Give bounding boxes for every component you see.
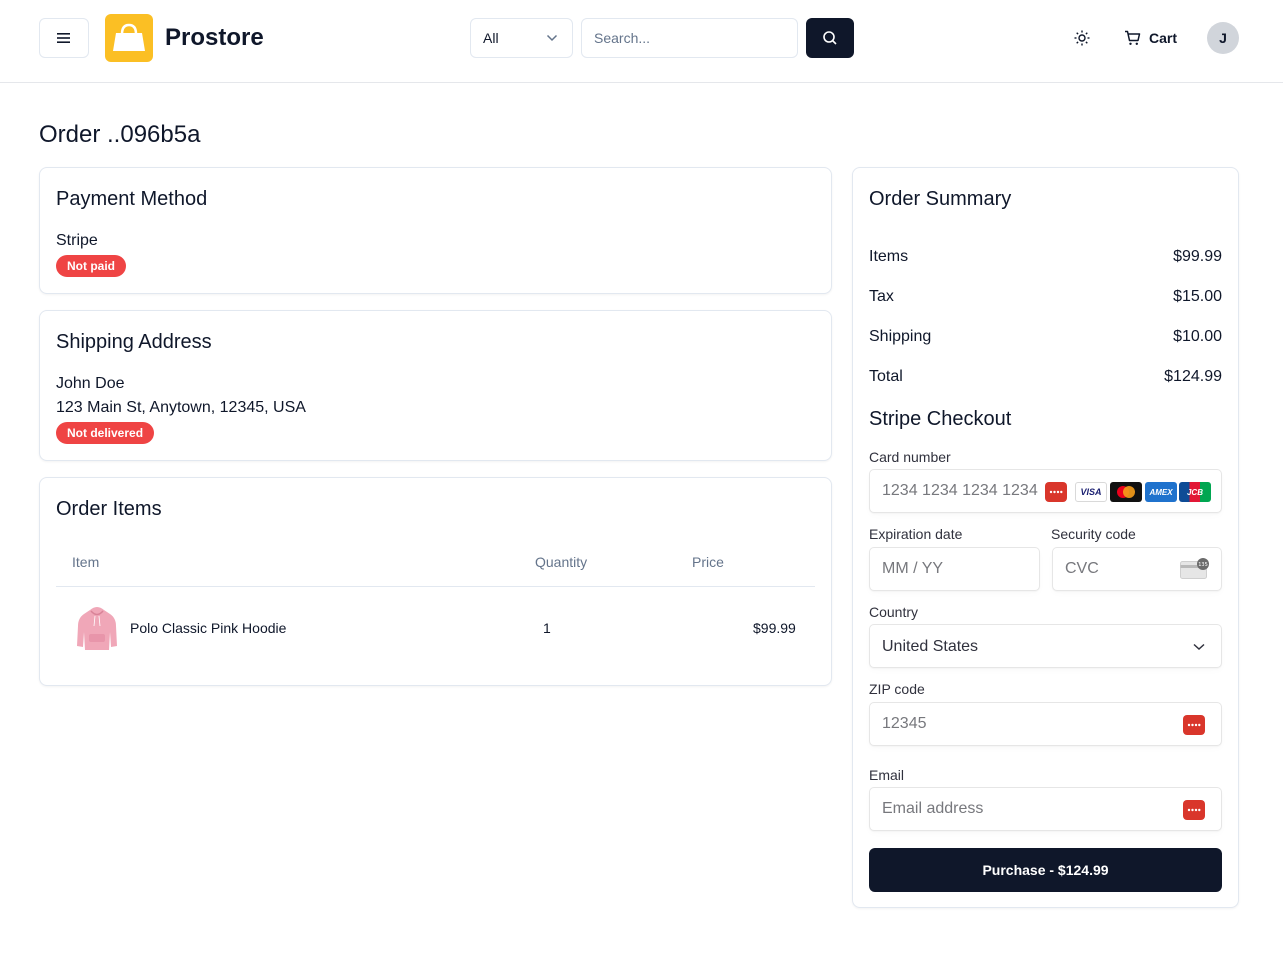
column-header-quantity: Quantity bbox=[535, 554, 588, 570]
column-header-price: Price bbox=[692, 554, 724, 570]
hamburger-icon bbox=[57, 33, 70, 43]
card-number-input[interactable] bbox=[882, 470, 1047, 512]
expiry-field[interactable] bbox=[869, 547, 1040, 591]
email-label: Email bbox=[869, 767, 905, 783]
summary-label: Items bbox=[869, 248, 909, 265]
summary-row-shipping: Shipping $10.00 bbox=[869, 326, 1222, 348]
mastercard-logo-icon bbox=[1110, 482, 1142, 502]
svg-text:135: 135 bbox=[1198, 562, 1208, 568]
visa-logo-icon: VISA bbox=[1075, 482, 1107, 502]
payment-method-card: Payment Method Stripe Not paid bbox=[39, 167, 832, 294]
autofill-link-icon bbox=[1183, 800, 1205, 820]
menu-button[interactable] bbox=[39, 18, 89, 58]
delivery-status-badge: Not delivered bbox=[56, 422, 155, 444]
zip-label: ZIP code bbox=[869, 681, 925, 697]
shipping-address-title: Shipping Address bbox=[56, 331, 212, 353]
cart-link[interactable]: Cart bbox=[1124, 24, 1177, 52]
cart-label: Cart bbox=[1149, 30, 1178, 46]
summary-value: $15.00 bbox=[1173, 288, 1222, 305]
category-select-value: All bbox=[483, 30, 499, 46]
user-avatar[interactable]: J bbox=[1207, 22, 1239, 54]
country-select[interactable]: United States bbox=[869, 624, 1222, 668]
chevron-down-icon bbox=[1193, 643, 1205, 651]
product-name: Polo Classic Pink Hoodie bbox=[130, 620, 287, 636]
payment-method-title: Payment Method bbox=[56, 188, 208, 210]
summary-row-tax: Tax $15.00 bbox=[869, 286, 1222, 308]
country-select-value: United States bbox=[882, 638, 979, 655]
shipping-address-card: Shipping Address John Doe 123 Main St, A… bbox=[39, 310, 832, 461]
logo[interactable] bbox=[105, 14, 153, 62]
order-summary-card: Order Summary Items $99.99 Tax $15.00 Sh… bbox=[852, 167, 1239, 908]
summary-value: $10.00 bbox=[1173, 328, 1222, 345]
category-select[interactable]: All bbox=[470, 18, 573, 58]
email-input[interactable] bbox=[882, 788, 1128, 830]
theme-toggle-button[interactable] bbox=[1068, 24, 1096, 52]
summary-label: Shipping bbox=[869, 328, 932, 345]
summary-label: Total bbox=[869, 368, 903, 385]
cvc-field[interactable]: 135 bbox=[1052, 547, 1222, 591]
product-price: $99.99 bbox=[753, 620, 796, 636]
email-field[interactable] bbox=[869, 787, 1222, 831]
cvc-label: Security code bbox=[1051, 526, 1136, 542]
card-number-label: Card number bbox=[869, 449, 951, 465]
cvc-card-icon: 135 bbox=[1180, 558, 1209, 579]
purchase-button[interactable]: Purchase - $124.99 bbox=[869, 848, 1222, 892]
jcb-logo-icon: JCB bbox=[1179, 482, 1211, 502]
summary-row-items: Items $99.99 bbox=[869, 246, 1222, 268]
autofill-link-icon bbox=[1183, 715, 1205, 735]
order-items-title: Order Items bbox=[56, 498, 162, 520]
chevron-down-icon bbox=[546, 34, 558, 42]
zip-input[interactable] bbox=[882, 703, 1128, 745]
expiry-label: Expiration date bbox=[869, 526, 963, 542]
payment-method-value: Stripe bbox=[56, 232, 98, 249]
autofill-link-icon bbox=[1045, 482, 1067, 502]
summary-value: $124.99 bbox=[1164, 368, 1222, 385]
amex-logo-icon: AMEX bbox=[1145, 482, 1177, 502]
payment-status-badge: Not paid bbox=[56, 255, 126, 277]
order-items-card: Order Items Item Quantity Price Polo Cla… bbox=[39, 477, 832, 686]
page-title: Order ..096b5a bbox=[39, 121, 201, 148]
zip-field[interactable] bbox=[869, 702, 1222, 746]
summary-row-total: Total $124.99 bbox=[869, 366, 1222, 388]
stripe-checkout-title: Stripe Checkout bbox=[869, 408, 1012, 430]
search-button[interactable] bbox=[806, 18, 854, 58]
table-row: Polo Classic Pink Hoodie 1 $99.99 bbox=[56, 587, 815, 669]
hoodie-image bbox=[77, 607, 117, 650]
sun-icon bbox=[1074, 30, 1090, 46]
expiry-input[interactable] bbox=[882, 548, 1001, 590]
order-summary-title: Order Summary bbox=[869, 188, 1012, 210]
search-input[interactable] bbox=[581, 18, 798, 58]
cart-icon bbox=[1125, 30, 1141, 45]
product-quantity: 1 bbox=[543, 620, 551, 636]
country-label: Country bbox=[869, 604, 919, 620]
summary-label: Tax bbox=[869, 288, 894, 305]
site-header: Prostore All Cart J bbox=[0, 0, 1283, 83]
shipping-name: John Doe bbox=[56, 375, 125, 392]
cvc-input[interactable] bbox=[1065, 548, 1165, 590]
card-number-field[interactable]: VISA AMEX JCB bbox=[869, 469, 1222, 513]
product-link[interactable]: Polo Classic Pink Hoodie bbox=[76, 604, 336, 652]
search-icon bbox=[823, 31, 837, 45]
column-header-item: Item bbox=[72, 554, 100, 570]
summary-value: $99.99 bbox=[1173, 248, 1222, 265]
shipping-address-line: 123 Main St, Anytown, 12345, USA bbox=[56, 399, 306, 416]
shopping-bag-icon bbox=[113, 23, 145, 51]
brand-name[interactable]: Prostore bbox=[165, 22, 264, 54]
